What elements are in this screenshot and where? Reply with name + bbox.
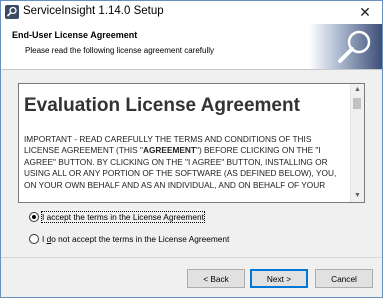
page-header: End-User License Agreement Please read t… <box>1 24 382 70</box>
close-button[interactable]: ✕ <box>356 4 374 20</box>
license-line: AGREE" BUTTON. BY CLICKING ON THE "I AGR… <box>24 156 328 167</box>
license-line: USING ALL OR ANY PORTION OF THE SOFTWARE… <box>24 168 337 179</box>
magnifier-icon <box>338 30 371 63</box>
title-bar: ServiceInsight 1.14.0 Setup ✕ <box>1 1 382 24</box>
accept-label[interactable]: I accept the terms in the License Agreem… <box>41 211 205 223</box>
scroll-up-arrow-icon[interactable]: ▲ <box>351 84 364 96</box>
decline-label[interactable]: I do not accept the terms in the License… <box>42 234 229 244</box>
agreement-term: AGREEMENT <box>142 145 196 156</box>
scroll-down-arrow-icon[interactable]: ▼ <box>351 190 364 202</box>
accept-option[interactable]: I accept the terms in the License Agreem… <box>29 210 205 224</box>
footer-divider <box>1 257 382 258</box>
accept-radio[interactable] <box>29 212 39 222</box>
setup-window: ServiceInsight 1.14.0 Setup ✕ End-User L… <box>0 0 383 298</box>
license-content: Evaluation License Agreement IMPORTANT -… <box>24 94 342 191</box>
scroll-thumb[interactable] <box>353 98 361 109</box>
decline-radio[interactable] <box>29 234 39 244</box>
page-title: End-User License Agreement <box>12 30 138 40</box>
close-icon: ✕ <box>359 4 371 20</box>
header-banner <box>309 24 382 69</box>
window-title: ServiceInsight 1.14.0 Setup <box>23 5 164 17</box>
app-icon <box>5 5 19 19</box>
license-line: ON YOUR OWN BEHALF AND AS AN INDIVIDUAL,… <box>24 179 326 190</box>
license-scrollbar[interactable]: ▲ ▼ <box>350 84 364 202</box>
license-line: IMPORTANT - READ CAREFULLY THE TERMS AND… <box>24 134 312 144</box>
license-body: IMPORTANT - READ CAREFULLY THE TERMS AND… <box>24 134 342 191</box>
cancel-button[interactable]: Cancel <box>315 269 373 288</box>
license-line: LICENSE AGREEMENT (THIS "AGREEMENT") BEF… <box>24 145 321 156</box>
decline-option[interactable]: I do not accept the terms in the License… <box>29 232 229 246</box>
page-subtitle: Please read the following license agreem… <box>25 46 214 55</box>
license-heading: Evaluation License Agreement <box>24 95 300 116</box>
license-text-box[interactable]: Evaluation License Agreement IMPORTANT -… <box>18 83 365 203</box>
back-button[interactable]: < Back <box>187 269 245 288</box>
radio-selected-dot <box>32 215 36 219</box>
next-button[interactable]: Next > <box>250 269 308 288</box>
